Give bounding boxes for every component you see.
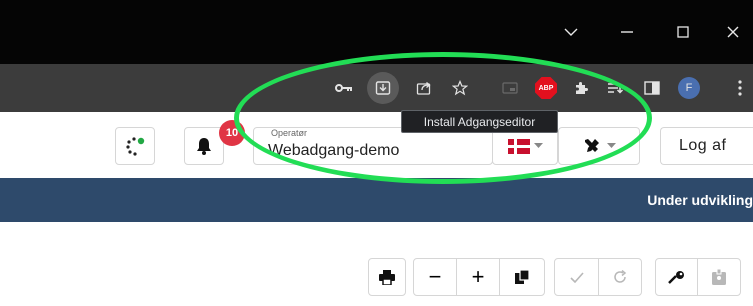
zoom-group: − + (413, 258, 545, 296)
operator-value: Webadgang-demo (268, 142, 400, 159)
confirm-button[interactable] (555, 259, 599, 295)
side-panel-icon[interactable] (638, 74, 666, 102)
minimize-icon[interactable] (612, 18, 642, 46)
logout-button[interactable]: Log af (660, 127, 753, 165)
profile-initial: F (685, 82, 693, 94)
install-tooltip: Install Adgangseditor (401, 110, 558, 133)
operator-label: Operatør (271, 128, 308, 138)
key-tool-icon (667, 271, 684, 284)
star-icon[interactable] (446, 74, 474, 102)
print-button[interactable] (368, 258, 406, 296)
caret-down-icon (533, 143, 543, 148)
id-badge-button[interactable] (698, 259, 740, 295)
browser-title-bar (0, 0, 753, 64)
refresh-icon (614, 270, 627, 283)
reading-list-icon[interactable] (602, 74, 630, 102)
access-group (655, 258, 741, 296)
install-icon[interactable] (367, 72, 399, 104)
key-icon[interactable] (330, 74, 358, 102)
zoom-in-button[interactable]: + (457, 259, 500, 295)
copy-button[interactable] (500, 259, 544, 295)
copy-icon (515, 270, 529, 284)
share-icon[interactable] (410, 74, 438, 102)
extensions-icon[interactable] (567, 74, 595, 102)
picture-in-picture-icon[interactable] (496, 74, 524, 102)
caret-down-icon (606, 143, 616, 148)
key-tool-button[interactable] (656, 259, 698, 295)
id-badge-icon (712, 269, 726, 285)
browser-toolbar: ABP F (0, 64, 753, 112)
chevron-down-icon[interactable] (556, 18, 586, 46)
refresh-button[interactable] (599, 259, 641, 295)
bell-icon (197, 138, 211, 155)
notification-badge: 10 (219, 120, 245, 146)
danish-flag-icon (507, 138, 530, 154)
check-icon (569, 271, 584, 283)
more-icon[interactable] (726, 74, 753, 102)
zoom-out-button[interactable]: − (414, 259, 457, 295)
adblock-label: ABP (538, 84, 554, 92)
loading-spinner-icon (126, 137, 145, 156)
status-banner: Under udvikling (0, 178, 753, 222)
adblock-icon[interactable]: ABP (532, 74, 560, 102)
notifications-button[interactable] (184, 127, 224, 165)
close-icon[interactable] (718, 18, 748, 46)
tools-dropdown[interactable] (558, 127, 640, 165)
maximize-icon[interactable] (668, 18, 698, 46)
confirm-group (554, 258, 642, 296)
profile-icon[interactable]: F (678, 77, 700, 99)
banner-text: Under udvikling (647, 192, 753, 208)
status-button[interactable] (115, 127, 155, 165)
printer-icon (379, 269, 395, 285)
tools-icon (584, 139, 599, 152)
